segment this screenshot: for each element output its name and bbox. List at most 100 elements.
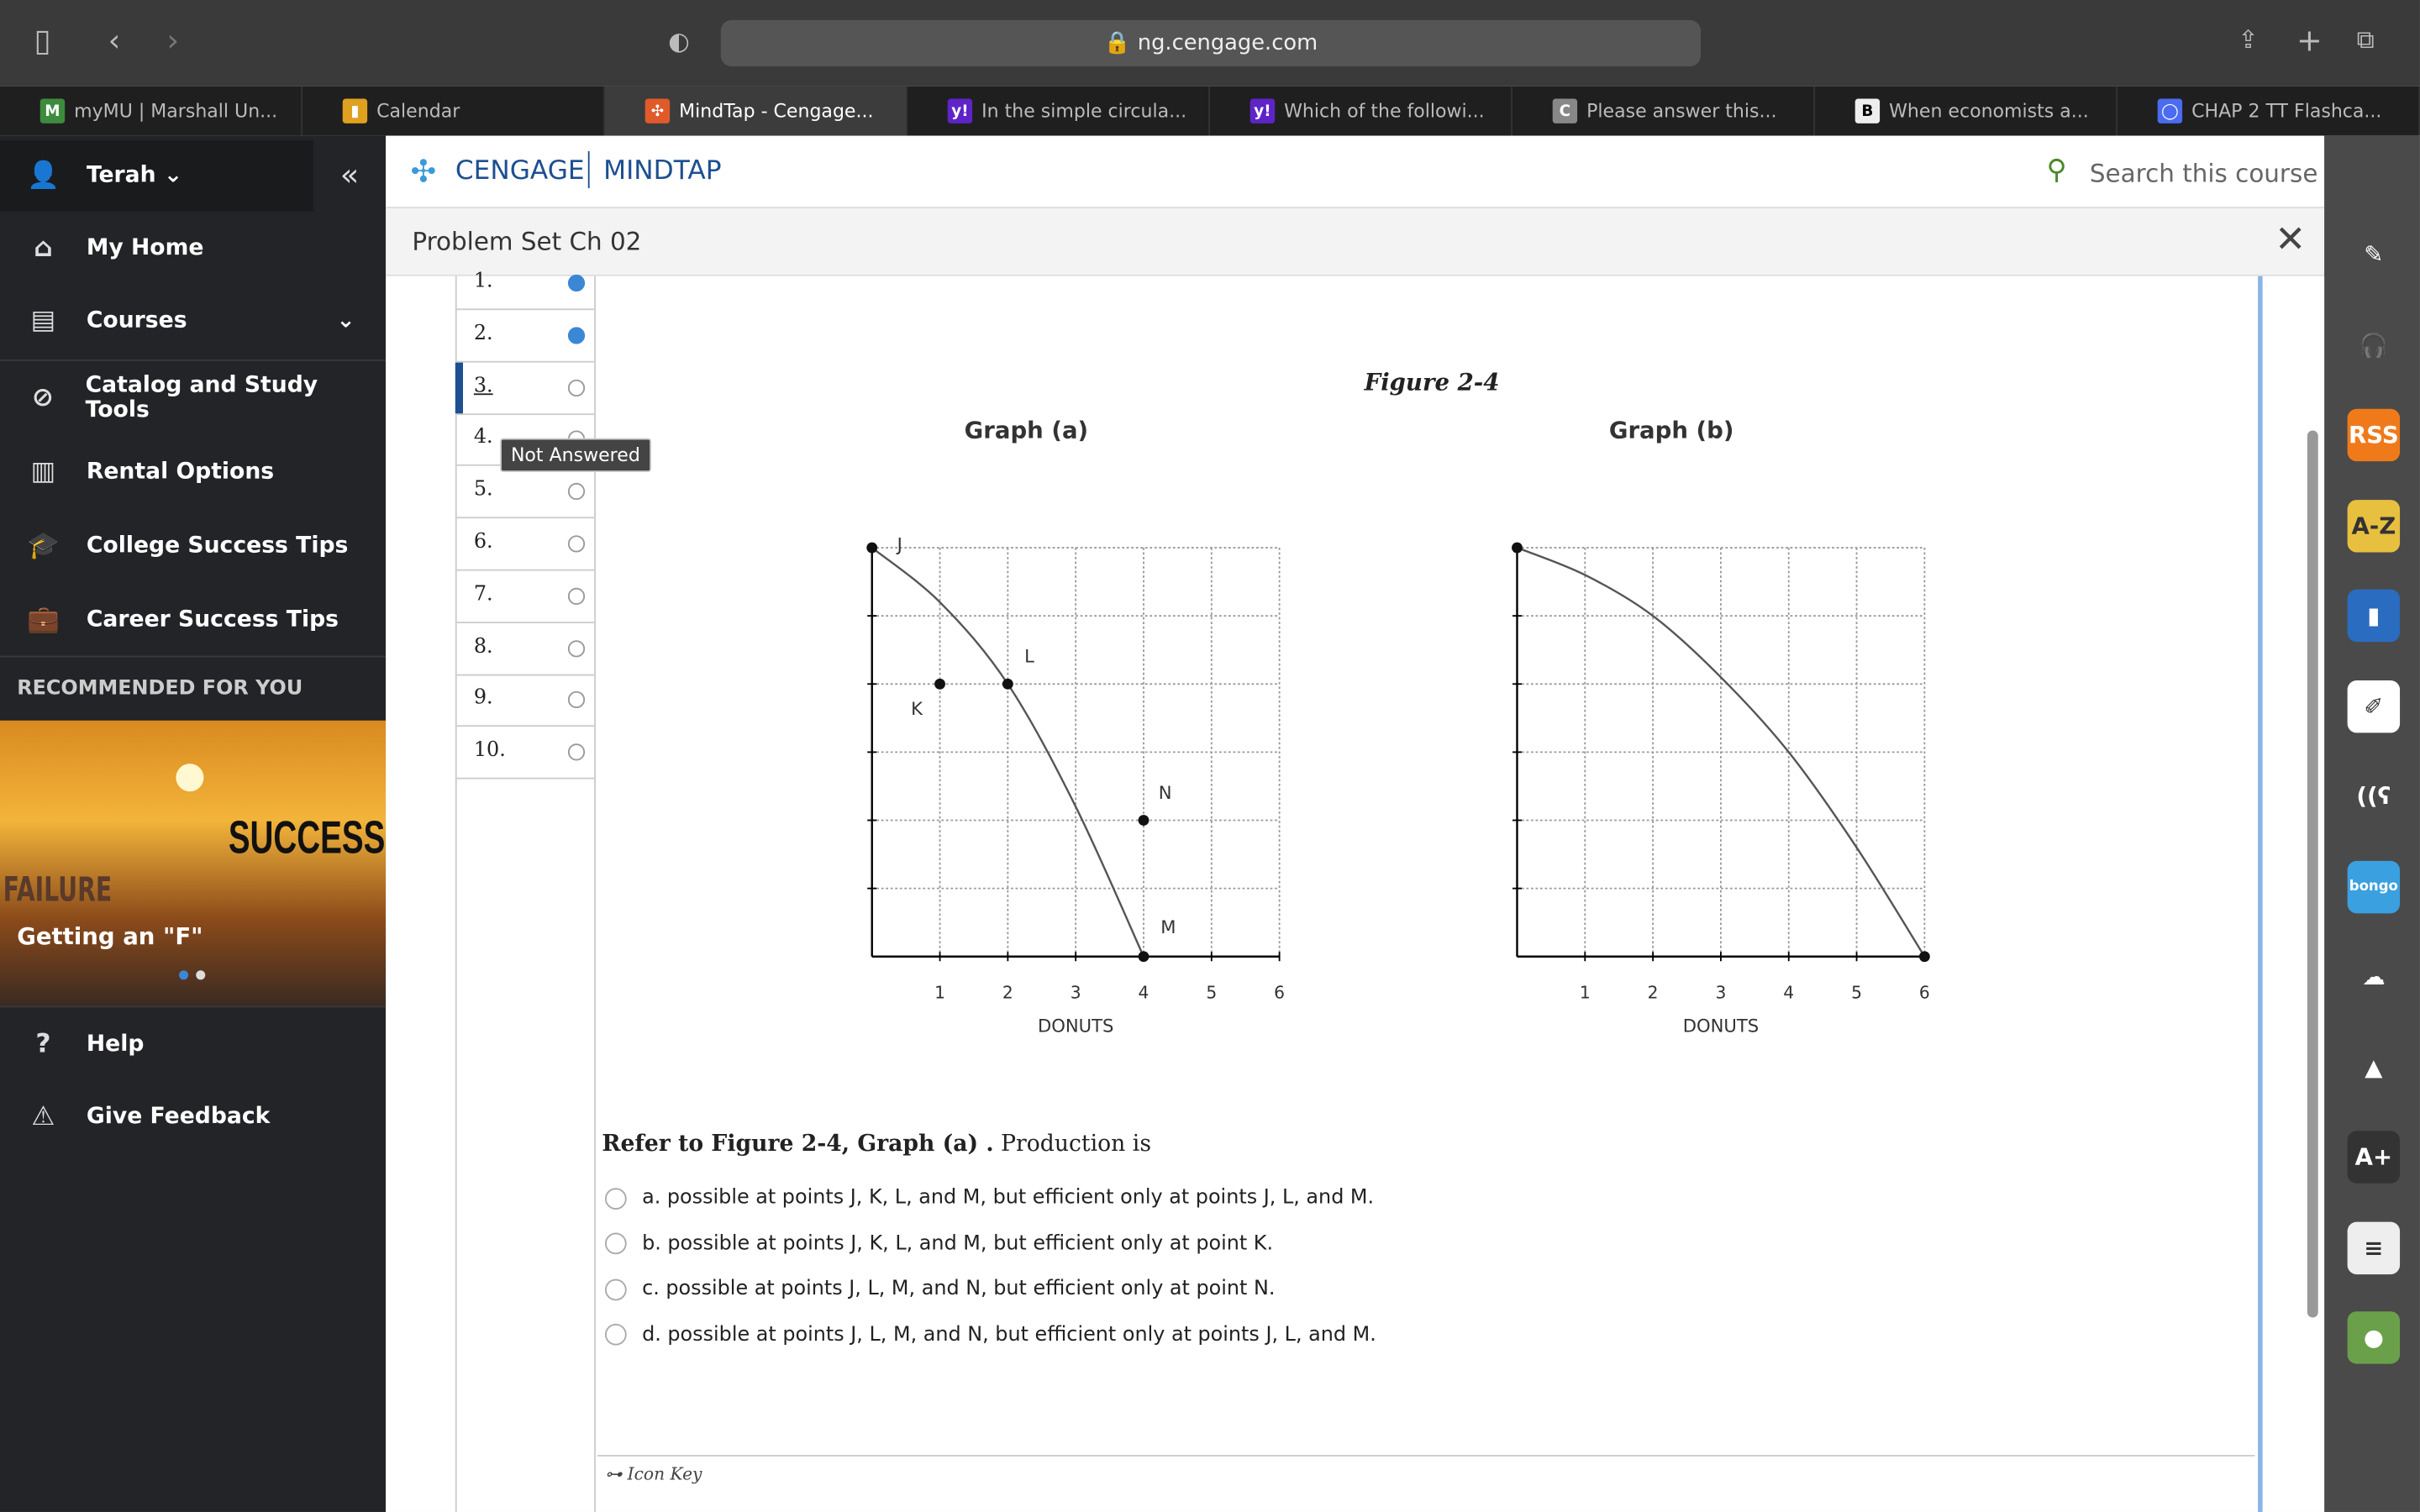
question-nav-item[interactable]: 5. — [456, 466, 595, 519]
sidebar-item-label: Courses — [86, 308, 187, 333]
radio-button[interactable] — [604, 1187, 627, 1210]
favicon-icon: M — [39, 98, 66, 123]
promo-failure-text: FAILURE — [3, 871, 113, 911]
back-icon[interactable]: ‹ — [108, 22, 121, 59]
question-nav-item[interactable]: 2. — [456, 310, 595, 363]
question-nav-item[interactable]: 9. — [456, 675, 595, 727]
dock-app-icon[interactable]: RSS — [2347, 408, 2401, 462]
sidebar-item[interactable]: ⊘ Catalog and Study Tools — [0, 363, 386, 433]
browser-tab[interactable]: ✣ MindTap - Cengage... — [604, 86, 908, 136]
tab-overview-icon[interactable]: ⧉ — [2357, 24, 2375, 55]
dock-app-icon[interactable]: A+ — [2347, 1131, 2401, 1184]
x-tick-label: 2 — [1648, 982, 1659, 1002]
sidebar-item[interactable]: ▥ Rental Options — [0, 437, 386, 507]
close-icon[interactable]: ✕ — [2275, 218, 2306, 260]
app-dock: ✎ 🎧 RSS A-Z ▮ ✐ ((ʕ bongo ☁ ▲ A+ ≡ ● — [2324, 135, 2420, 1512]
browser-tab[interactable]: MmyMU | Marshall Un... — [0, 86, 302, 136]
sidebar-item-icon: 🎓 — [26, 530, 60, 562]
dock-app-icon[interactable]: ● — [2347, 1311, 2401, 1364]
product-name: MINDTAP — [603, 155, 722, 187]
sidebar-item[interactable]: ▤ Courses ⌄ — [0, 286, 386, 356]
question-nav-item[interactable]: 10. — [456, 727, 595, 780]
question-nav-item[interactable]: 3. — [455, 361, 595, 415]
favicon-icon: ✣ — [644, 98, 671, 123]
sidebar-item[interactable]: ⌂ My Home — [0, 213, 386, 283]
share-icon[interactable]: ⇪ — [2238, 24, 2259, 54]
feedback-label: Give Feedback — [86, 1105, 271, 1130]
collapse-sidebar-button[interactable]: « — [313, 140, 386, 211]
question-number: 7. — [473, 582, 493, 606]
shield-icon[interactable]: ◐ — [668, 26, 690, 55]
x-tick-label: 2 — [1002, 982, 1013, 1002]
radio-button[interactable] — [604, 1323, 627, 1346]
sidebar: 👤 Terah ⌄ « ⌂ My Home ▤ Courses ⌄ ⊘ Catalog and… — [0, 135, 387, 1512]
question-nav-item[interactable]: 6. — [456, 518, 595, 571]
carousel-dot[interactable] — [196, 970, 206, 980]
help-label: Help — [86, 1032, 145, 1058]
question-text: Production is — [993, 1132, 1152, 1158]
dock-app-icon[interactable]: ▮ — [2347, 589, 2401, 643]
browser-tab[interactable]: y! In the simple circula... — [908, 86, 1210, 136]
chevron-down-icon[interactable]: ⌄ — [336, 308, 355, 333]
scrollbar[interactable] — [2307, 430, 2318, 1318]
dock-app-icon[interactable]: ☁ — [2347, 950, 2401, 1003]
sidebar-toggle-icon[interactable]: ▯ — [34, 22, 50, 59]
dock-app-icon[interactable]: ≡ — [2347, 1221, 2401, 1274]
sidebar-item-label: Career Success Tips — [86, 607, 339, 633]
sidebar-item-label: My Home — [86, 236, 204, 261]
dock-app-icon[interactable]: 🎧 — [2347, 318, 2401, 371]
answer-option[interactable]: a. possible at points J, K, L, and M, bu… — [604, 1186, 1374, 1210]
forward-icon[interactable]: › — [166, 22, 179, 59]
favicon-icon: y! — [947, 98, 973, 123]
chart-title: Graph (a) — [965, 417, 1088, 444]
data-point — [1138, 815, 1150, 826]
carousel-dot-active[interactable] — [179, 970, 189, 980]
sidebar-item-feedback[interactable]: ⚠ Give Feedback — [0, 1082, 386, 1152]
browser-tab[interactable]: C Please answer this... — [1512, 86, 1815, 136]
sidebar-item[interactable]: 🎓 College Success Tips — [0, 511, 386, 581]
question-nav-item[interactable]: 1. — [456, 258, 595, 311]
answer-option[interactable]: b. possible at points J, K, L, and M, bu… — [604, 1232, 1273, 1255]
new-tab-icon[interactable]: + — [2296, 22, 2323, 59]
user-menu[interactable]: 👤 Terah ⌄ — [0, 140, 313, 212]
tab-label: Please answer this... — [1586, 100, 1777, 123]
question-number: 9. — [473, 687, 493, 711]
browser-tab[interactable]: ▮ Calendar — [302, 86, 605, 136]
browser-tab[interactable]: ◯ CHAP 2 TT Flashca... — [2118, 86, 2420, 136]
search-icon[interactable]: ⚲ — [2046, 155, 2066, 187]
radio-button[interactable] — [604, 1232, 627, 1255]
data-point — [1002, 678, 1013, 690]
dock-app-icon[interactable]: ✐ — [2347, 680, 2401, 732]
tab-label: When economists a... — [1889, 100, 2089, 123]
search-input[interactable]: Search this course — [2090, 159, 2318, 188]
sidebar-item-label: Rental Options — [86, 459, 275, 485]
content-divider — [2258, 276, 2263, 1512]
sidebar-item-label: Catalog and Study Tools — [85, 373, 318, 423]
question-nav-item[interactable]: 8. — [456, 622, 595, 675]
address-bar[interactable]: 🔒 ng.cengage.com — [720, 19, 1702, 66]
sidebar-item-help[interactable]: ? Help — [0, 1009, 386, 1079]
question-nav-item[interactable]: 7. — [456, 570, 595, 623]
promo-card[interactable]: SUCCESS FAILURE Getting an "F" — [0, 720, 387, 1006]
dock-app-icon[interactable]: ✎ — [2347, 228, 2401, 281]
sidebar-item[interactable]: 💼 Career Success Tips — [0, 585, 386, 655]
answer-option[interactable]: d. possible at points J, L, M, and N, bu… — [604, 1323, 1376, 1347]
browser-tab[interactable]: B When economists a... — [1815, 86, 2118, 136]
answer-option[interactable]: c. possible at points J, L, M, and N, bu… — [604, 1277, 1276, 1301]
dock-app-icon[interactable]: ((ʕ — [2347, 769, 2401, 822]
status-dot-icon — [567, 483, 586, 501]
sidebar-item-label: College Success Tips — [86, 533, 349, 559]
question-number: 2. — [473, 322, 493, 346]
status-dot-icon — [567, 327, 586, 344]
radio-button[interactable] — [604, 1278, 627, 1300]
help-icon: ? — [35, 1029, 51, 1060]
browser-tab[interactable]: y! Which of the followi... — [1210, 86, 1512, 136]
dock-app-icon[interactable]: bongo — [2347, 859, 2401, 913]
dock-app-icon[interactable]: A-Z — [2347, 499, 2401, 552]
question-number: 6. — [473, 530, 493, 554]
tab-label: MindTap - Cengage... — [679, 100, 874, 123]
browser-toolbar: ▯ ‹ › ◐ 🔒 ng.cengage.com ⇪ + ⧉ — [0, 0, 2420, 87]
icon-key[interactable]: ⊶ Icon Key — [605, 1464, 702, 1484]
dock-app-icon[interactable]: ▲ — [2347, 1040, 2401, 1094]
answer-option-label: c. possible at points J, L, M, and N, bu… — [642, 1277, 1276, 1301]
